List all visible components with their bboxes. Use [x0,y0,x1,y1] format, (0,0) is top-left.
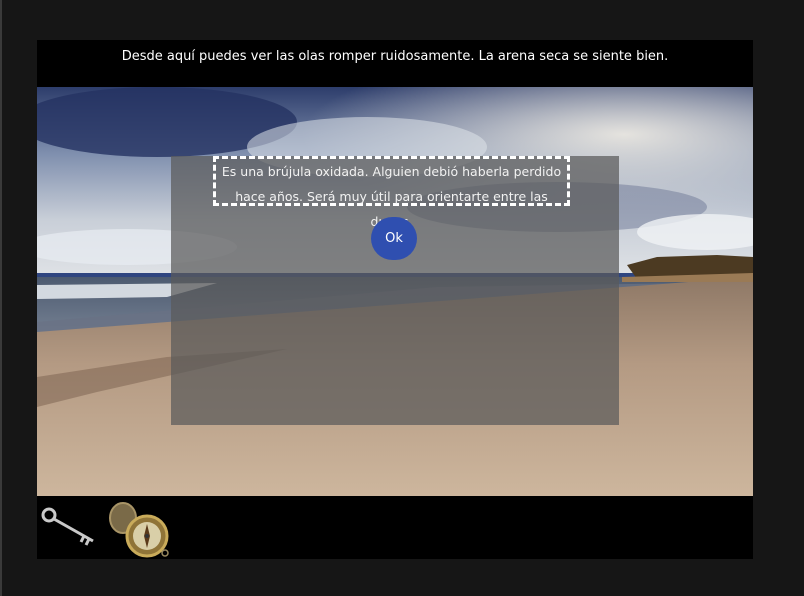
ok-button[interactable]: Ok [371,217,417,260]
narration-text: Desde aquí puedes ver las olas romper ru… [121,49,669,64]
inventory-slot-key[interactable] [39,498,99,558]
inventory-slot-compass[interactable] [107,498,173,558]
beach-scene[interactable]: Es una brújula oxidada. Alguien debió ha… [37,87,753,496]
key-icon [41,507,94,546]
window-edge [0,0,2,596]
dialog-overlay: Es una brújula oxidada. Alguien debió ha… [171,156,619,425]
inventory-bar [37,496,753,559]
game-frame: Desde aquí puedes ver las olas romper ru… [37,40,753,559]
compass-icon [109,502,169,558]
dialog-message: Es una brújula oxidada. Alguien debió ha… [213,156,570,229]
